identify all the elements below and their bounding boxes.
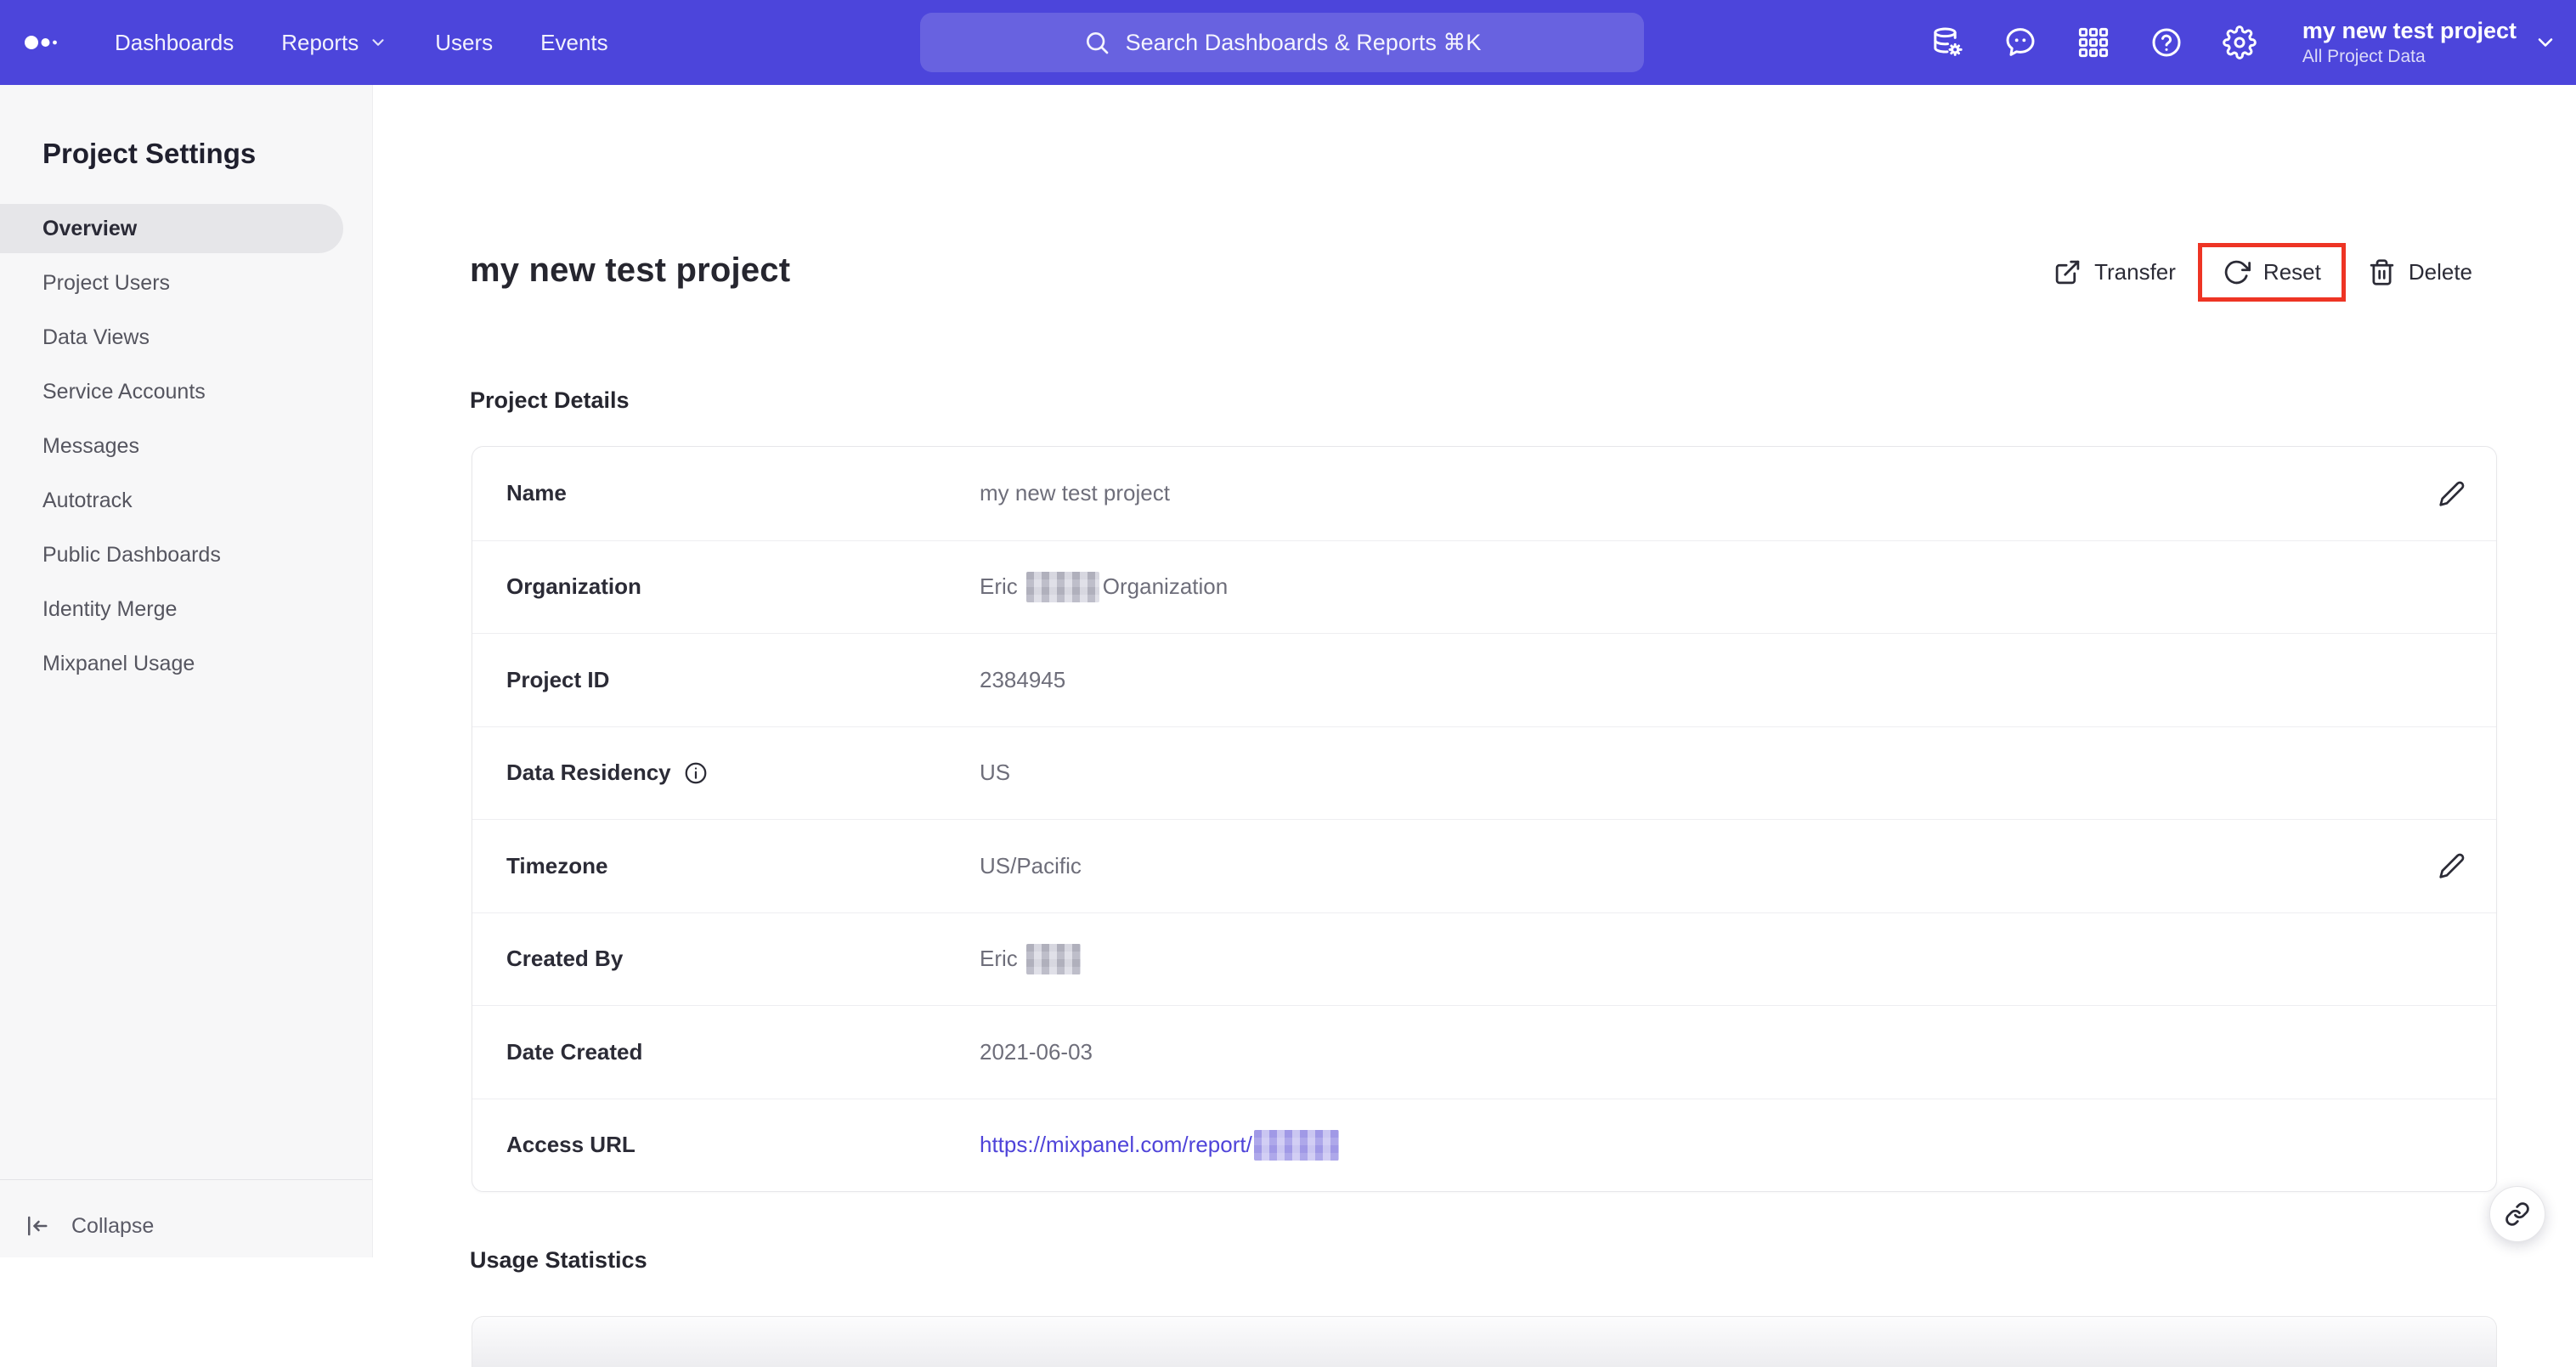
sidebar-item-autotrack[interactable]: Autotrack — [0, 476, 343, 525]
top-navigation-bar: Dashboards Reports Users Events Search D… — [0, 0, 2576, 85]
chevron-down-icon — [2534, 31, 2557, 54]
project-switcher[interactable]: my new test project All Project Data — [2302, 17, 2557, 68]
transfer-icon — [2053, 258, 2082, 286]
row-value: 2384945 — [980, 666, 1066, 692]
annotation-highlight-box: Reset — [2197, 242, 2346, 302]
project-actions: Transfer Reset Delete — [2053, 229, 2472, 314]
project-switcher-name: my new test project — [2302, 18, 2517, 43]
table-row-date-created: Date Created 2021-06-03 — [472, 1005, 2496, 1099]
sidebar-nav: Overview Project Users Data Views Servic… — [0, 204, 372, 693]
row-value: Eric Organization — [980, 571, 2403, 602]
sidebar-item-overview[interactable]: Overview — [0, 204, 343, 253]
page-title: my new test project — [470, 251, 791, 289]
sidebar-item-project-users[interactable]: Project Users — [0, 258, 343, 308]
row-label: Created By — [506, 946, 624, 972]
section-title-project-details: Project Details — [470, 387, 630, 413]
search-icon — [1083, 29, 1110, 56]
row-label: Organization — [506, 573, 641, 600]
delete-label: Delete — [2408, 258, 2472, 285]
sidebar-item-label: Autotrack — [42, 488, 133, 512]
sidebar-title: Project Settings — [42, 138, 257, 169]
main-nav: Dashboards Reports Users Events — [115, 0, 608, 85]
nav-events[interactable]: Events — [540, 30, 608, 56]
delete-button[interactable]: Delete — [2368, 258, 2472, 286]
nav-reports[interactable]: Reports — [281, 30, 387, 56]
sidebar-item-messages[interactable]: Messages — [0, 421, 343, 471]
table-row-created-by: Created By Eric — [472, 912, 2496, 1006]
settings-gear-icon[interactable] — [2221, 24, 2258, 61]
row-label: Project ID — [506, 666, 610, 692]
nav-users-label: Users — [435, 29, 494, 55]
row-value: Eric — [980, 943, 2403, 974]
row-value: my new test project — [980, 480, 1170, 506]
collapse-icon — [24, 1213, 49, 1239]
row-label: Data Residency — [506, 760, 980, 786]
edit-name-button[interactable] — [2433, 475, 2471, 512]
collapse-label: Collapse — [71, 1213, 155, 1238]
row-value: 2021-06-03 — [980, 1038, 1093, 1065]
nav-users[interactable]: Users — [435, 30, 493, 56]
edit-timezone-button[interactable] — [2433, 847, 2471, 884]
nav-reports-label: Reports — [281, 29, 359, 55]
nav-dashboards[interactable]: Dashboards — [115, 30, 234, 56]
mixpanel-logo-icon[interactable] — [25, 36, 57, 49]
sidebar-item-label: Identity Merge — [42, 596, 178, 621]
row-label: Timezone — [506, 852, 608, 878]
feedback-icon[interactable] — [2002, 24, 2039, 61]
topbar-right-cluster: my new test project All Project Data — [1929, 0, 2557, 85]
collapse-sidebar-button[interactable]: Collapse — [24, 1202, 154, 1250]
project-switcher-scope: All Project Data — [2302, 46, 2426, 66]
table-row-project-id: Project ID 2384945 — [472, 633, 2496, 726]
reset-button[interactable]: Reset — [2223, 258, 2321, 286]
apps-grid-icon[interactable] — [2075, 24, 2112, 61]
row-value: https://mixpanel.com/report/ — [980, 1129, 2403, 1161]
table-row-timezone: Timezone US/Pacific — [472, 819, 2496, 912]
sidebar-item-identity-merge[interactable]: Identity Merge — [0, 585, 343, 634]
redacted-text-block — [1253, 1129, 1339, 1161]
transfer-button[interactable]: Transfer — [2053, 258, 2176, 286]
redacted-text-block — [1025, 571, 1099, 602]
table-row-organization: Organization Eric Organization — [472, 539, 2496, 634]
row-label: Name — [506, 480, 567, 506]
sidebar-item-label: Messages — [42, 433, 139, 458]
data-residency-info-icon[interactable] — [683, 760, 709, 786]
help-icon[interactable] — [2148, 24, 2185, 61]
share-link-fab[interactable] — [2489, 1186, 2545, 1242]
table-row-access-url: Access URL https://mixpanel.com/report/ — [472, 1098, 2496, 1192]
sidebar-item-label: Overview — [42, 216, 138, 240]
nav-events-label: Events — [540, 29, 608, 55]
access-url-link[interactable]: https://mixpanel.com/report/ — [980, 1132, 1252, 1158]
table-row-name: Name my new test project — [472, 447, 2496, 540]
settings-sidebar: Project Settings Overview Project Users … — [0, 85, 373, 1257]
sidebar-item-public-dashboards[interactable]: Public Dashboards — [0, 530, 343, 579]
row-value: US — [980, 760, 1011, 786]
trash-icon — [2368, 258, 2396, 286]
sidebar-item-label: Data Views — [42, 325, 150, 349]
search-input[interactable]: Search Dashboards & Reports ⌘K — [920, 13, 1644, 72]
sidebar-divider — [0, 1179, 372, 1180]
data-management-icon[interactable] — [1929, 24, 1966, 61]
section-title-usage-statistics: Usage Statistics — [470, 1247, 647, 1273]
search-placeholder: Search Dashboards & Reports ⌘K — [1125, 29, 1482, 55]
row-label: Date Created — [506, 1038, 643, 1065]
chevron-down-icon — [369, 33, 387, 52]
table-row-data-residency: Data Residency US — [472, 726, 2496, 820]
main-content: my new test project Transfer Reset Delet… — [373, 85, 2576, 1367]
row-label: Access URL — [506, 1132, 636, 1158]
reset-icon — [2223, 258, 2251, 286]
sidebar-item-mixpanel-usage[interactable]: Mixpanel Usage — [0, 639, 343, 688]
redacted-text-block — [1025, 943, 1081, 974]
sidebar-item-data-views[interactable]: Data Views — [0, 313, 343, 362]
transfer-label: Transfer — [2094, 258, 2176, 285]
row-value: US/Pacific — [980, 852, 1082, 878]
sidebar-item-label: Project Users — [42, 270, 171, 295]
sidebar-item-label: Mixpanel Usage — [42, 651, 195, 675]
project-details-card: Name my new test project Organization Er… — [472, 446, 2497, 1192]
sidebar-item-label: Service Accounts — [42, 379, 206, 404]
sidebar-item-label: Public Dashboards — [42, 542, 221, 567]
usage-statistics-card — [472, 1316, 2497, 1367]
sidebar-item-service-accounts[interactable]: Service Accounts — [0, 367, 343, 416]
nav-dashboards-label: Dashboards — [115, 29, 234, 55]
reset-label: Reset — [2262, 258, 2321, 285]
